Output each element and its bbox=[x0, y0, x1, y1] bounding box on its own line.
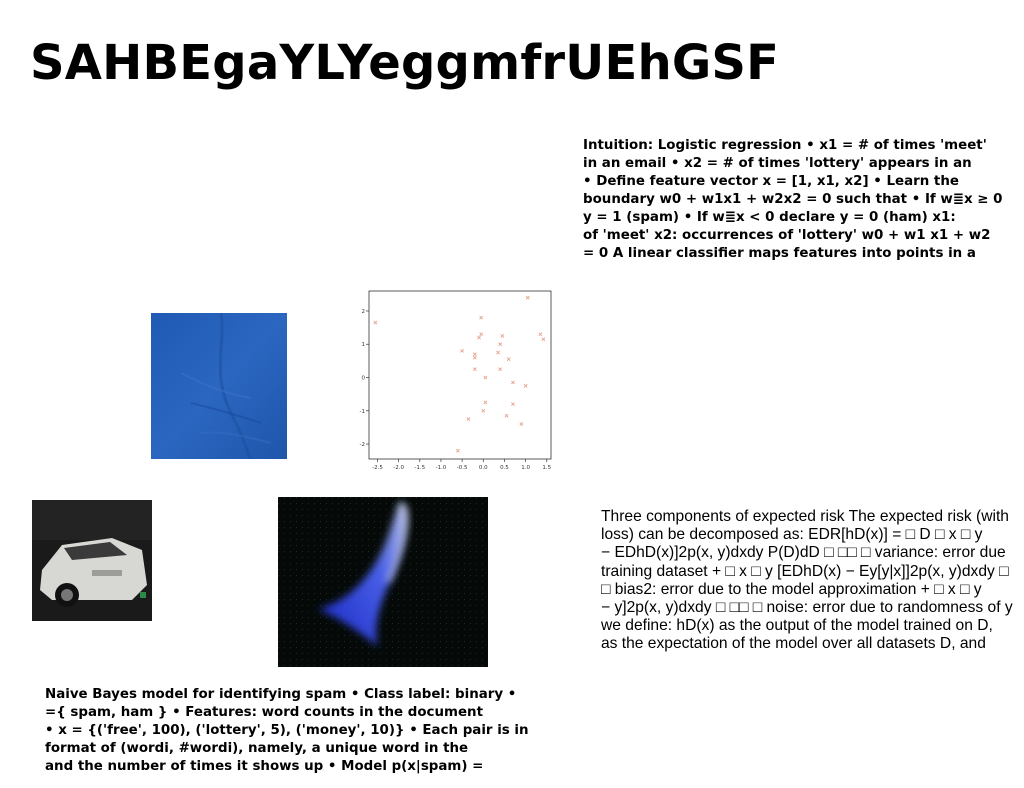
blue-fabric-image bbox=[151, 313, 287, 459]
text-line: and the number of times it shows up • Mo… bbox=[45, 759, 484, 774]
blue-light-image bbox=[278, 497, 488, 667]
text-line: y = 1 (spam) • If w≣x < 0 declare y = 0 … bbox=[583, 210, 956, 225]
scatter-plot: -2.5 -2.0 -1.5 -1.0 -0.5 0.0 0.5 1.0 1.5 -2 -1 0 1 2 bbox=[354, 286, 558, 476]
y-axis: -2 -1 0 1 2 bbox=[360, 309, 369, 448]
text-line: ={ spam, ham } • Features: word counts i… bbox=[45, 705, 483, 720]
x-tick-label: -2.5 bbox=[372, 465, 383, 471]
text-line: Three components of expected risk The ex… bbox=[601, 508, 1009, 525]
x-tick-label: 1.5 bbox=[542, 465, 551, 471]
expected-risk-text: Three components of expected risk The ex… bbox=[601, 508, 1024, 654]
x-tick-label: 0.0 bbox=[479, 465, 488, 471]
page-title: SAHBEgaYLYeggmfrUEhGSF bbox=[30, 35, 780, 91]
text-line: of 'meet' x2: occurrences of 'lottery' w… bbox=[583, 228, 991, 243]
text-line: Naive Bayes model for identifying spam •… bbox=[45, 687, 517, 702]
y-tick-label: -2 bbox=[360, 442, 365, 448]
y-tick-label: 0 bbox=[362, 375, 366, 381]
x-tick-label: -0.5 bbox=[457, 465, 468, 471]
text-line: loss) can be decomposed as: EDR[hD(x)] =… bbox=[601, 526, 983, 544]
y-tick-label: -1 bbox=[360, 409, 365, 415]
blue-light-drawing bbox=[278, 497, 488, 667]
y-tick-label: 1 bbox=[362, 342, 366, 348]
text-line: • Define feature vector x = [1, x1, x2] … bbox=[583, 174, 959, 189]
x-tick-label: -1.0 bbox=[436, 465, 447, 471]
y-tick-label: 2 bbox=[362, 309, 366, 315]
x-tick-label: -1.5 bbox=[414, 465, 425, 471]
text-line: as the expectation of the model over all… bbox=[601, 635, 986, 653]
x-tick-label: -2.0 bbox=[393, 465, 404, 471]
logistic-regression-text: Intuition: Logistic regression • x1 = # … bbox=[583, 137, 1023, 263]
car-photo bbox=[32, 500, 152, 621]
text-line: = 0 A linear classifier maps features in… bbox=[583, 246, 976, 261]
x-tick-label: 1.0 bbox=[521, 465, 530, 471]
blue-fabric-drawing bbox=[151, 313, 287, 459]
text-line: − y]2p(x, y)dxdy □ □□ □ noise: error due… bbox=[601, 599, 1013, 617]
text-line: • x = {('free', 100), ('lottery', 5), ('… bbox=[45, 723, 529, 738]
text-line: in an email • x2 = # of times 'lottery' … bbox=[583, 156, 972, 171]
car-drawing bbox=[32, 500, 152, 621]
text-line: − EDhD(x)]2p(x, y)dxdy P(D)dD □ □□ □ var… bbox=[601, 544, 1006, 562]
scatter-plot-svg: -2.5 -2.0 -1.5 -1.0 -0.5 0.0 0.5 1.0 1.5 -2 -1 0 1 2 bbox=[360, 290, 552, 471]
text-line: □ bias2: error due to the model approxim… bbox=[601, 580, 982, 598]
text-line: format of (wordi, #wordi), namely, a uni… bbox=[45, 741, 469, 756]
naive-bayes-text: Naive Bayes model for identifying spam •… bbox=[45, 686, 565, 776]
text-line: Intuition: Logistic regression • x1 = # … bbox=[583, 138, 987, 153]
text-line: boundary w0 + w1x1 + w2x2 = 0 such that … bbox=[583, 192, 1003, 207]
text-line: training dataset + □ x □ y [EDhD(x) − Ey… bbox=[601, 562, 1009, 580]
text-line: we define: hD(x) as the output of the mo… bbox=[601, 617, 993, 635]
x-axis: -2.5 -2.0 -1.5 -1.0 -0.5 0.0 0.5 1.0 1.5 bbox=[372, 459, 552, 471]
x-tick-label: 0.5 bbox=[500, 465, 509, 471]
plot-frame bbox=[368, 290, 552, 460]
